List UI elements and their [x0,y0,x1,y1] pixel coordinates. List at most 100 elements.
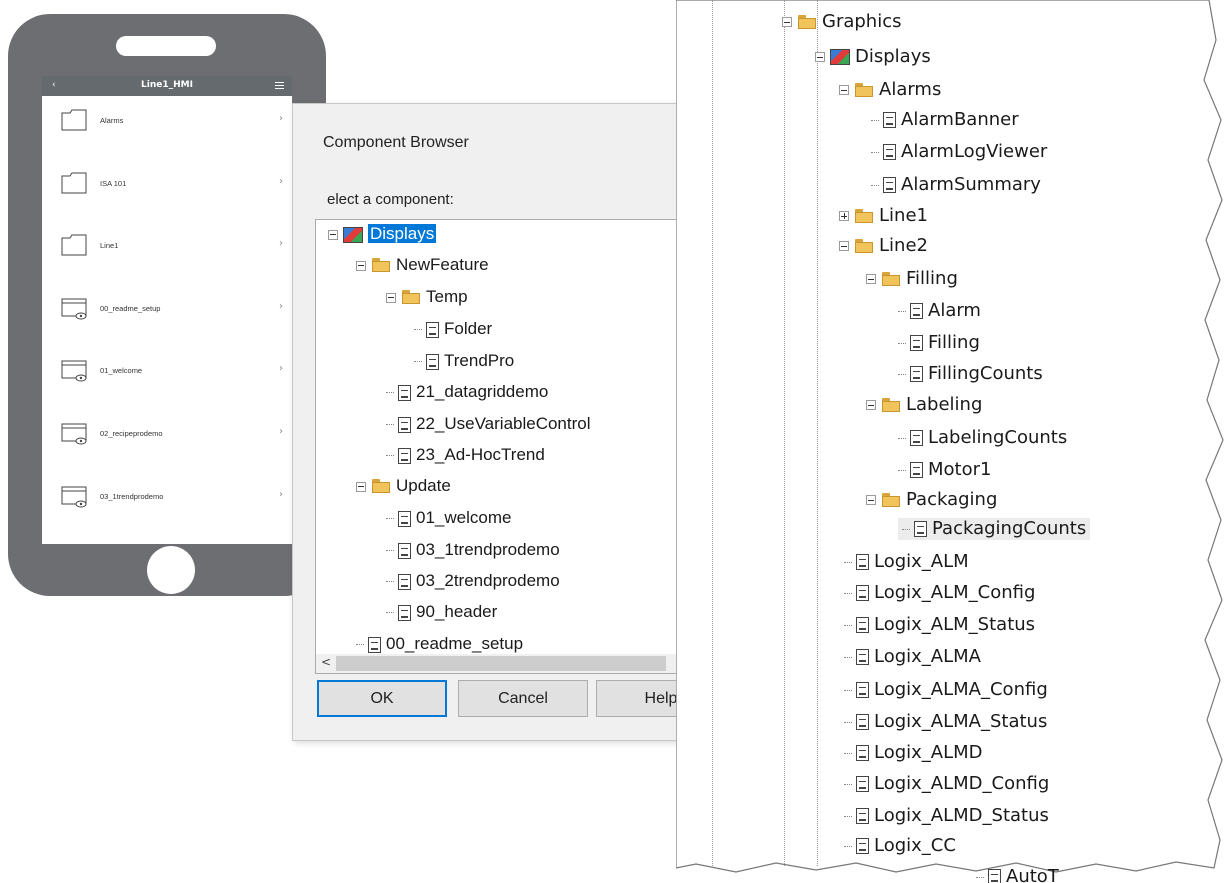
tree-item[interactable]: Update [356,476,451,496]
tree-item[interactable]: 22_UseVariableControl [386,414,591,434]
tree-item[interactable]: Logix_ALM_Config [844,582,1035,604]
collapse-icon[interactable] [782,17,792,27]
tree-item-label: Motor1 [928,459,992,480]
tree-item-label: Logix_ALMD [874,742,983,763]
collapse-icon[interactable] [356,481,366,492]
component-tree[interactable]: Displays NewFeature Temp Folder TrendPro 21_d… [315,219,728,674]
phone-item-label: 00_readme_setup [100,303,161,313]
tree-item-label: Graphics [822,11,902,32]
tree-item-label: Logix_ALMD_Config [874,773,1050,794]
tree-item[interactable]: AlarmLogViewer [871,141,1047,163]
collapse-icon[interactable] [815,52,825,62]
chevron-right-icon: › [279,363,283,375]
tree-item[interactable]: Logix_ALMA [844,646,981,668]
tree-item[interactable]: Logix_ALMD_Config [844,773,1049,795]
tree-item[interactable]: Logix_ALMD_Status [844,805,1049,827]
tree-item[interactable]: AutoT [976,866,1059,883]
phone-home-button[interactable] [147,546,195,594]
phone-list-item[interactable]: ISA 101 › [42,159,292,222]
displays-icon [830,49,850,65]
tree-item[interactable]: NewFeature [356,255,489,275]
tree-item[interactable]: Filling [898,332,980,354]
folder-icon [371,258,391,273]
tree-item[interactable]: AlarmBanner [871,109,1019,131]
folder-icon [881,492,901,508]
phone-title: Line1_HMI [141,80,193,90]
collapse-icon[interactable] [839,85,849,95]
folder-icon [854,208,874,224]
tree-connector [386,424,394,426]
tree-item[interactable]: AlarmSummary [871,174,1041,196]
tree-item[interactable]: Alarms [839,79,941,101]
tree-item[interactable]: 21_datagriddemo [386,382,548,402]
tree-item[interactable]: 01_welcome [386,508,511,528]
tree-item[interactable]: Motor1 [898,459,991,481]
collapse-icon[interactable] [386,292,396,303]
document-icon [988,869,1001,883]
tree-item[interactable]: Displays [328,224,437,244]
folder-icon [854,82,874,98]
document-icon [398,604,411,621]
tree-item[interactable]: Logix_ALM_Status [844,614,1035,636]
tree-item[interactable]: Logix_CC [844,835,956,857]
tree-connector [898,373,906,375]
phone-list-item[interactable]: Line1 › [42,221,292,284]
tree-item-label: AlarmSummary [901,174,1041,195]
phone-display-list: Alarms › ISA 101 › Line1 › 00_readme_setup › 01_… [42,96,292,534]
horizontal-scroll-thumb[interactable] [336,656,666,671]
tree-item[interactable]: Displays [815,46,931,68]
collapse-icon[interactable] [356,260,366,271]
tree-item-label: TrendPro [444,351,515,370]
ok-button[interactable]: OK [317,680,447,717]
tree-item-label: Logix_ALMA_Config [874,679,1048,700]
tree-item[interactable]: Folder [414,319,492,339]
phone-list-item[interactable]: 01_welcome › [42,346,292,409]
tree-connector [976,876,984,878]
tree-item[interactable]: Graphics [782,11,902,33]
tree-item[interactable]: Packaging [866,489,997,511]
expand-icon[interactable] [839,211,849,221]
tree-item[interactable]: 90_header [386,602,497,622]
tree-item[interactable]: Labeling [866,394,982,416]
tree-item[interactable]: LabelingCounts [898,427,1067,449]
tree-item[interactable]: TrendPro [414,351,514,371]
tree-item[interactable]: Logix_ALMA_Status [844,711,1047,733]
tree-item[interactable]: Logix_ALM [844,551,969,573]
tree-item[interactable]: 03_2trendprodemo [386,571,560,591]
collapse-icon[interactable] [866,495,876,505]
horizontal-scrollbar[interactable]: < > [316,654,710,673]
collapse-icon[interactable] [866,274,876,284]
tree-item[interactable]: Filling [866,268,958,290]
tree-item[interactable]: PackagingCounts [898,518,1091,540]
tree-item[interactable]: Line2 [839,235,928,257]
collapse-icon[interactable] [839,241,849,251]
tree-item-label: Line2 [879,235,928,256]
collapse-icon[interactable] [866,400,876,410]
document-icon [426,321,439,338]
phone-list-item[interactable]: Alarms › [42,96,292,159]
phone-list-item[interactable]: 00_readme_setup › [42,284,292,347]
phone-list-item[interactable]: 03_1trendprodemo › [42,472,292,535]
cancel-button[interactable]: Cancel [458,680,588,717]
tree-connector [414,329,422,331]
tree-connector [844,815,852,817]
collapse-icon[interactable] [328,229,338,240]
document-icon [398,416,411,433]
phone-list-item[interactable]: 02_recipeprodemo › [42,409,292,472]
hamburger-menu-icon[interactable] [275,82,284,89]
tree-item[interactable]: Temp [386,287,468,307]
tree-item[interactable]: 00_readme_setup [356,634,523,654]
tree-item[interactable]: FillingCounts [898,363,1043,385]
scroll-left-icon[interactable]: < [321,655,331,669]
tree-connector [414,361,422,363]
tree-item[interactable]: Logix_ALMD [844,742,983,764]
tree-connector [844,561,852,563]
tree-item[interactable]: Line1 [839,205,928,227]
tree-item[interactable]: 03_1trendprodemo [386,540,560,560]
tree-item[interactable]: Logix_ALMA_Config [844,679,1048,701]
tree-item[interactable]: Alarm [898,300,981,322]
tree-item-label: FillingCounts [928,363,1043,384]
tree-item[interactable]: 23_Ad-HocTrend [386,445,545,465]
folder-icon [854,238,874,254]
chevron-right-icon: › [279,488,283,500]
